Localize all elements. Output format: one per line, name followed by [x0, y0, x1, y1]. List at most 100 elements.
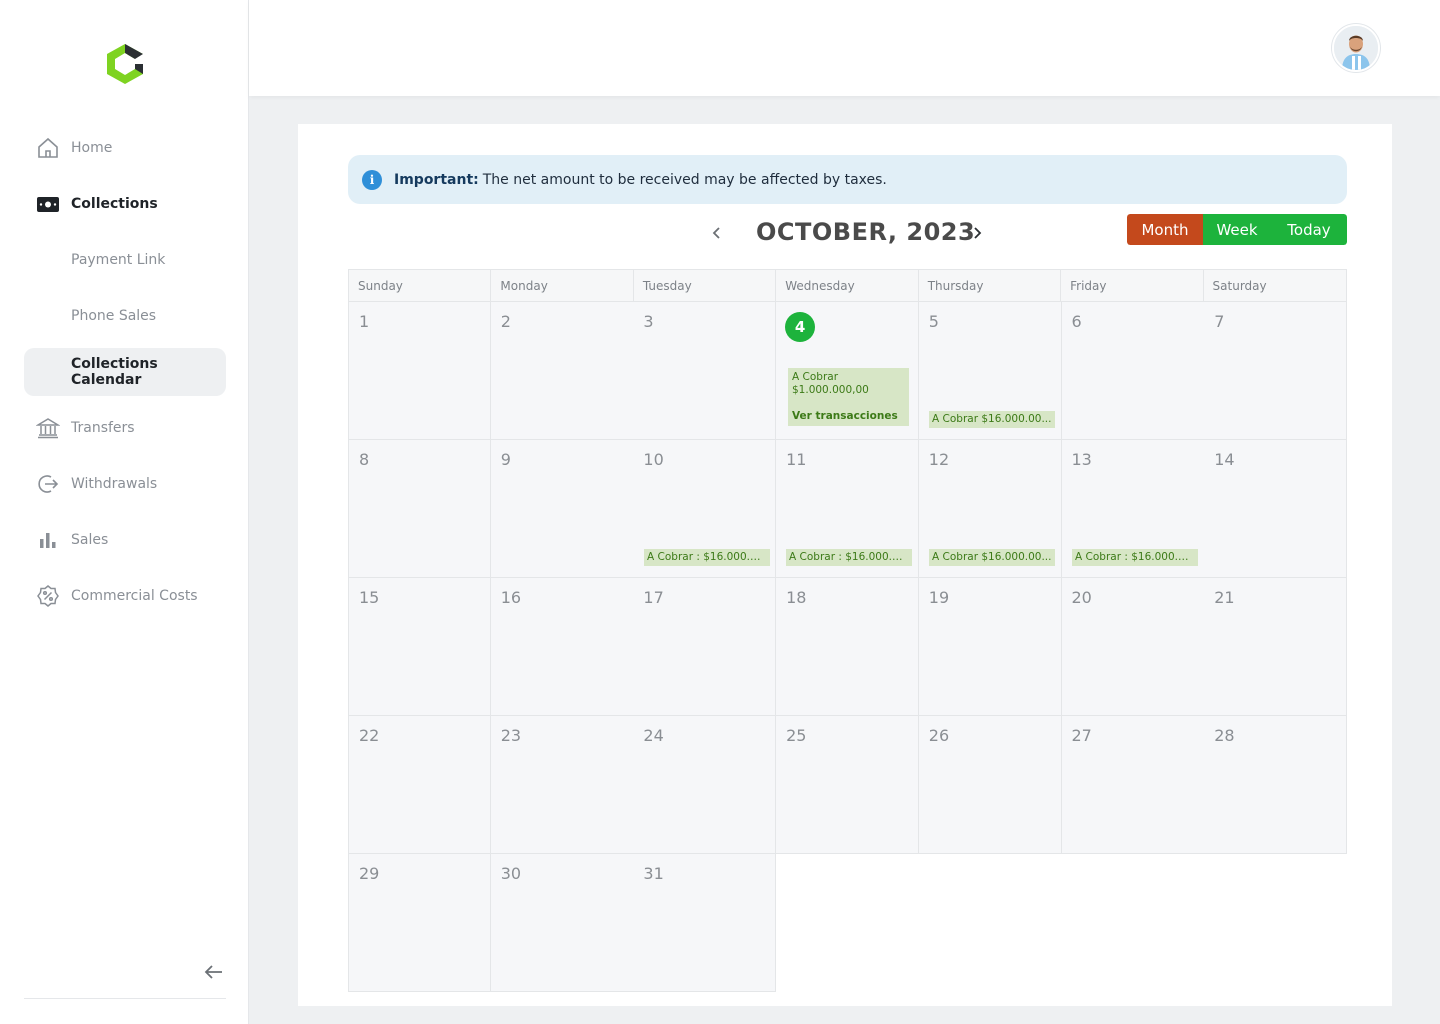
calendar-day-cell[interactable]: 30 — [490, 854, 634, 992]
wallet-icon — [36, 192, 60, 216]
collection-event-chip[interactable]: A Cobrar : $16.000.00... — [786, 549, 912, 566]
sidebar-item-label: Sales — [71, 532, 109, 548]
calendar-day-cell[interactable]: 26 — [918, 716, 1062, 854]
day-number: 12 — [928, 450, 950, 469]
sidebar-item-collections-calendar[interactable]: Collections Calendar — [24, 348, 226, 396]
home-icon — [36, 136, 60, 160]
calendar-day-cell[interactable]: 23 — [490, 716, 634, 854]
collection-event-chip[interactable]: A Cobrar : $16.000.00... — [1072, 549, 1198, 566]
topbar — [249, 0, 1440, 96]
chevron-left-icon[interactable] — [706, 222, 728, 244]
sidebar-item-label: Collections Calendar — [71, 356, 158, 388]
percent-badge-icon — [36, 584, 60, 608]
view-transactions-link[interactable]: Ver transacciones — [792, 410, 905, 423]
collection-event-chip[interactable]: A Cobrar $16.000.00... — [929, 411, 1055, 428]
sidebar-item-label: Phone Sales — [71, 308, 157, 324]
day-number: 7 — [1214, 312, 1225, 331]
weekday-label: Friday — [1061, 270, 1204, 301]
sidebar-item-phone-sales[interactable]: Phone Sales — [24, 294, 226, 338]
day-number: 14 — [1214, 450, 1235, 469]
week-view-button[interactable]: Week — [1203, 214, 1271, 245]
calendar-day-cell[interactable]: 24 — [633, 716, 777, 854]
bank-icon — [36, 416, 60, 440]
day-number: 24 — [643, 726, 664, 745]
calendar-day-cell[interactable]: 7 — [1204, 302, 1348, 440]
calendar-day-cell[interactable]: 17 — [633, 578, 777, 716]
sidebar-item-sales[interactable]: Sales — [24, 518, 226, 562]
calendar-day-cell[interactable]: 9 — [490, 440, 634, 578]
collection-event-chip[interactable]: A Cobrar $16.000.00... — [929, 549, 1055, 566]
calendar-day-cell[interactable]: 14 — [1204, 440, 1348, 578]
info-icon: i — [362, 169, 382, 190]
today-day-number: 4 — [785, 312, 816, 342]
calendar-day-cell[interactable]: 3 — [633, 302, 777, 440]
sidebar-item-collections[interactable]: Collections — [24, 182, 226, 226]
sidebar-item-transfers[interactable]: Transfers — [24, 406, 226, 450]
weekday-label: Saturday — [1212, 278, 1267, 293]
calendar-day-cell[interactable]: 18 — [776, 578, 920, 716]
day-number: 31 — [643, 864, 664, 883]
calendar-day-cell[interactable]: 28 — [1204, 716, 1348, 854]
sidebar-item-commercial-costs[interactable]: Commercial Costs — [24, 574, 226, 618]
day-number: 25 — [786, 726, 807, 745]
sidebar-item-label: Home — [71, 140, 113, 156]
day-number: 11 — [786, 450, 807, 469]
day-number: 19 — [928, 588, 950, 607]
month-view-button[interactable]: Month — [1127, 214, 1203, 245]
sidebar-item-label: Transfers — [71, 420, 135, 436]
day-number: 29 — [359, 864, 380, 883]
sidebar-item-label: Payment Link — [71, 252, 166, 268]
sidebar-item-withdrawals[interactable]: Withdrawals — [24, 462, 226, 506]
day-number: 17 — [643, 588, 664, 607]
weekday-header-row: Sunday Monday Tuesday Wednesday Thursday… — [348, 269, 1347, 302]
calendar-day-cell[interactable]: 19 — [918, 578, 1062, 716]
event-amount: $1.000.000,00 — [792, 384, 869, 396]
weekday-label: Wednesday — [776, 270, 919, 301]
day-number: 6 — [1071, 312, 1082, 331]
brand-logo[interactable] — [104, 42, 146, 86]
calendar-day-cell[interactable]: 8 — [348, 440, 491, 578]
calendar-day-cell[interactable]: 16 — [490, 578, 634, 716]
sidebar-item-payment-link[interactable]: Payment Link — [24, 238, 226, 282]
sidebar: Home Collections Payment Link Phone Sale… — [0, 0, 249, 1024]
tax-notice-banner: i Important: The net amount to be receiv… — [348, 155, 1347, 204]
calendar-day-cell[interactable]: 2 — [490, 302, 634, 440]
day-number: 13 — [1071, 450, 1092, 469]
user-avatar[interactable] — [1332, 24, 1380, 72]
event-title: A Cobrar — [792, 371, 839, 383]
collection-event-chip[interactable]: A Cobrar : $16.000.00... — [644, 549, 770, 566]
day-number: 28 — [1214, 726, 1235, 745]
day-number: 8 — [359, 450, 370, 469]
chevron-right-icon[interactable] — [966, 222, 988, 244]
calendar-month-title: OCTOBER, 2023 — [756, 218, 976, 246]
collection-event-card[interactable]: A Cobrar $1.000.000,00 Ver transacciones — [788, 368, 909, 426]
calendar-day-cell[interactable]: 15 — [348, 578, 491, 716]
day-number: 5 — [928, 312, 939, 331]
calendar-day-cell[interactable]: 31 — [633, 854, 777, 992]
day-number: 18 — [786, 588, 807, 607]
day-number: 3 — [643, 312, 654, 331]
calendar-day-cell[interactable]: 25 — [776, 716, 920, 854]
day-number: 15 — [359, 588, 380, 607]
weekday-label: Monday — [491, 270, 634, 301]
calendar-day-cell[interactable]: 21 — [1204, 578, 1348, 716]
notice-strong: Important: — [394, 171, 479, 188]
day-number: 22 — [359, 726, 380, 745]
day-number: 26 — [928, 726, 950, 745]
sidebar-item-label: Withdrawals — [71, 476, 158, 492]
day-number: 1 — [359, 312, 370, 331]
sidebar-item-home[interactable]: Home — [24, 126, 226, 170]
arrow-left-icon[interactable] — [202, 960, 226, 984]
calendar-day-cell[interactable]: 1 — [348, 302, 491, 440]
calendar-day-cell[interactable]: 6 — [1061, 302, 1205, 440]
calendar-day-cell[interactable]: 20 — [1061, 578, 1205, 716]
day-number: 16 — [500, 588, 522, 607]
calendar-day-cell[interactable]: 22 — [348, 716, 491, 854]
day-number: 20 — [1071, 588, 1092, 607]
today-button[interactable]: Today — [1271, 214, 1347, 245]
bar-chart-icon — [36, 528, 60, 552]
calendar-day-cell[interactable]: 29 — [348, 854, 491, 992]
day-number: 27 — [1071, 726, 1092, 745]
calendar-day-cell[interactable]: 27 — [1061, 716, 1205, 854]
day-number: 10 — [643, 450, 664, 469]
